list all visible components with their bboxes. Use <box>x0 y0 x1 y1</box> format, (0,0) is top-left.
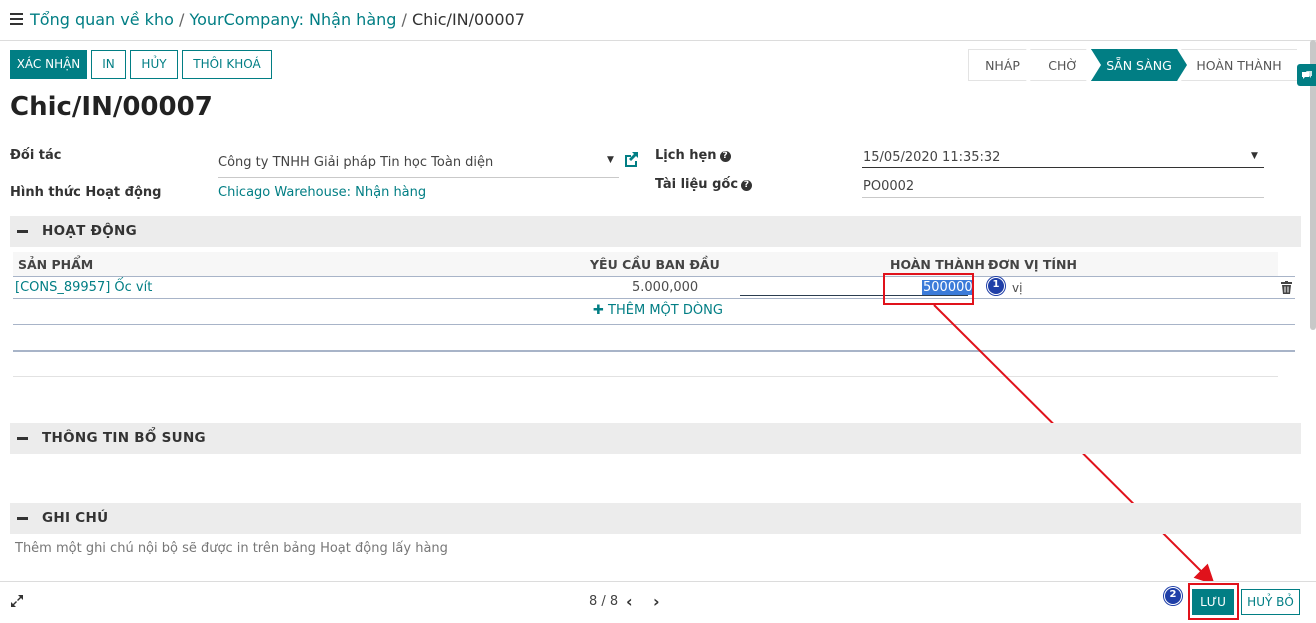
additional-info-section-header[interactable]: THÔNG TIN BỔ SUNG <box>10 423 1301 454</box>
additional-info-section-title: THÔNG TIN BỔ SUNG <box>42 430 206 446</box>
discard-button[interactable]: HUỶ BỎ <box>1241 589 1300 615</box>
collapse-icon[interactable] <box>17 517 28 520</box>
notes-section-title: GHI CHÚ <box>42 510 109 526</box>
expand-icon[interactable] <box>10 594 24 612</box>
chevron-left-icon[interactable]: ‹ <box>626 592 633 611</box>
annotation-box-save <box>1188 583 1239 620</box>
pager-value[interactable]: 8 / 8 <box>589 594 618 609</box>
notes-section-header[interactable]: GHI CHÚ <box>10 503 1301 534</box>
chevron-right-icon[interactable]: › <box>653 592 660 611</box>
annotation-badge-2: 2 <box>1164 587 1182 605</box>
notes-input[interactable]: Thêm một ghi chú nội bộ sẽ được in trên … <box>15 541 448 556</box>
collapse-icon[interactable] <box>17 437 28 440</box>
